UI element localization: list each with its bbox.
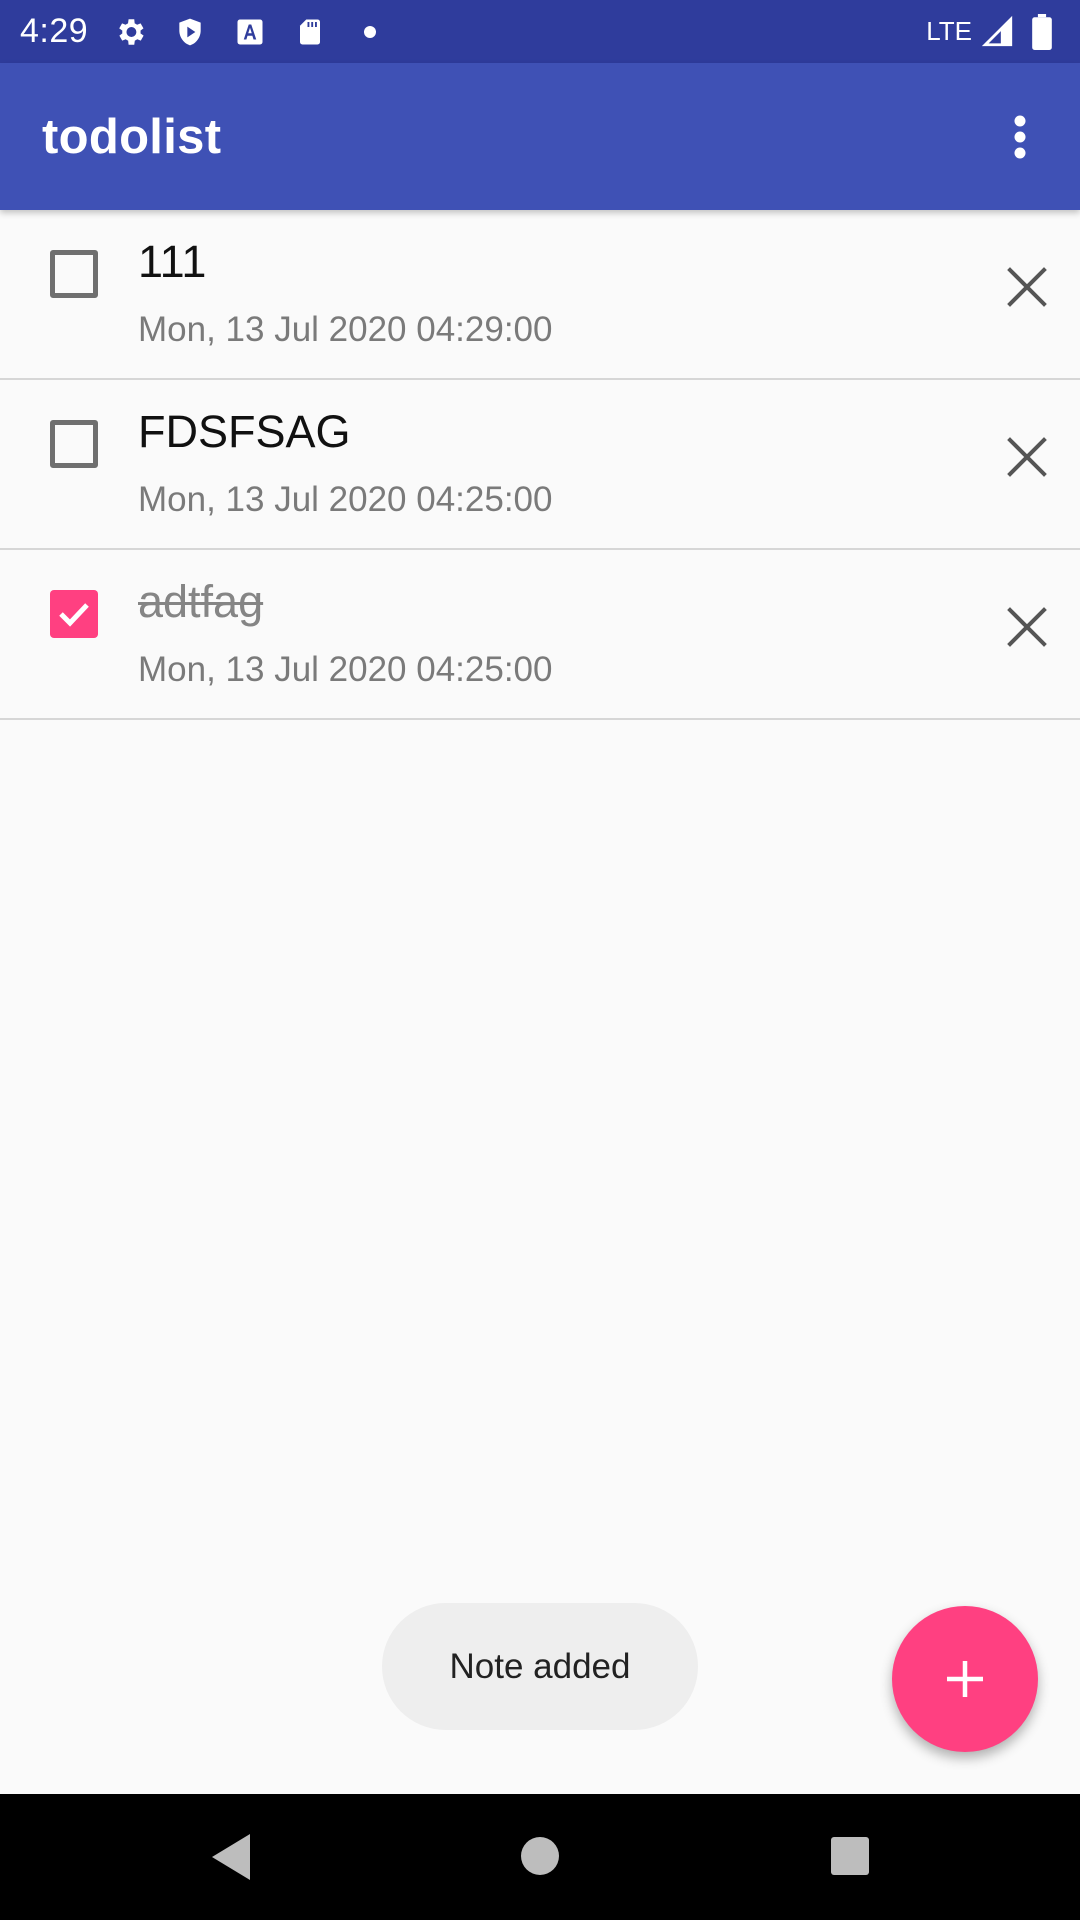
delete-button[interactable] <box>1002 602 1052 652</box>
overflow-menu-button[interactable] <box>990 97 1050 177</box>
signal-icon <box>980 14 1016 50</box>
check-icon <box>59 603 89 627</box>
status-time: 4:29 <box>20 12 89 50</box>
todo-item[interactable]: FDSFSAG Mon, 13 Jul 2020 04:25:00 <box>0 380 1080 550</box>
todo-checkbox-checked[interactable] <box>50 590 98 638</box>
delete-button[interactable] <box>1002 432 1052 482</box>
close-icon <box>1007 437 1047 477</box>
todo-checkbox[interactable] <box>50 250 98 298</box>
plus-icon <box>947 1661 983 1697</box>
app-title: todolist <box>42 109 222 164</box>
network-type: LTE <box>926 16 972 46</box>
status-right: LTE <box>926 13 1060 50</box>
delete-button[interactable] <box>1002 262 1052 312</box>
dot-icon <box>352 14 388 50</box>
recents-icon <box>831 1837 869 1875</box>
status-left: 4:29 <box>20 12 388 51</box>
todo-date: Mon, 13 Jul 2020 04:29:00 <box>138 310 553 349</box>
todo-item[interactable]: 111 Mon, 13 Jul 2020 04:29:00 <box>0 210 1080 380</box>
todo-date: Mon, 13 Jul 2020 04:25:00 <box>138 650 553 689</box>
back-button[interactable] <box>200 1824 260 1890</box>
todo-item[interactable]: adtfag Mon, 13 Jul 2020 04:25:00 <box>0 550 1080 720</box>
close-icon <box>1007 607 1047 647</box>
todo-list: 111 Mon, 13 Jul 2020 04:29:00 FDSFSAG Mo… <box>0 210 1080 720</box>
shield-play-icon <box>172 14 208 50</box>
toast-text: Note added <box>449 1646 631 1686</box>
battery-icon <box>1024 13 1060 50</box>
todo-date: Mon, 13 Jul 2020 04:25:00 <box>138 480 553 519</box>
app-bar: todolist <box>0 63 1080 210</box>
nav-bar <box>0 1794 1080 1920</box>
todo-title: 111 <box>138 236 207 287</box>
gear-icon <box>112 14 148 50</box>
close-icon <box>1007 267 1047 307</box>
back-icon <box>212 1834 250 1880</box>
recents-button[interactable] <box>820 1826 880 1886</box>
home-button[interactable] <box>512 1826 568 1886</box>
todo-title: adtfag <box>138 576 264 627</box>
todo-checkbox[interactable] <box>50 420 98 468</box>
sd-card-icon <box>292 14 328 50</box>
add-note-button[interactable] <box>892 1606 1038 1752</box>
more-vert-icon <box>1014 115 1026 158</box>
home-icon <box>521 1837 559 1875</box>
toast: Note added <box>382 1603 698 1730</box>
todo-title: FDSFSAG <box>138 406 351 457</box>
status-bar: 4:29 LTE <box>0 0 1080 63</box>
a-font-icon <box>232 14 268 50</box>
